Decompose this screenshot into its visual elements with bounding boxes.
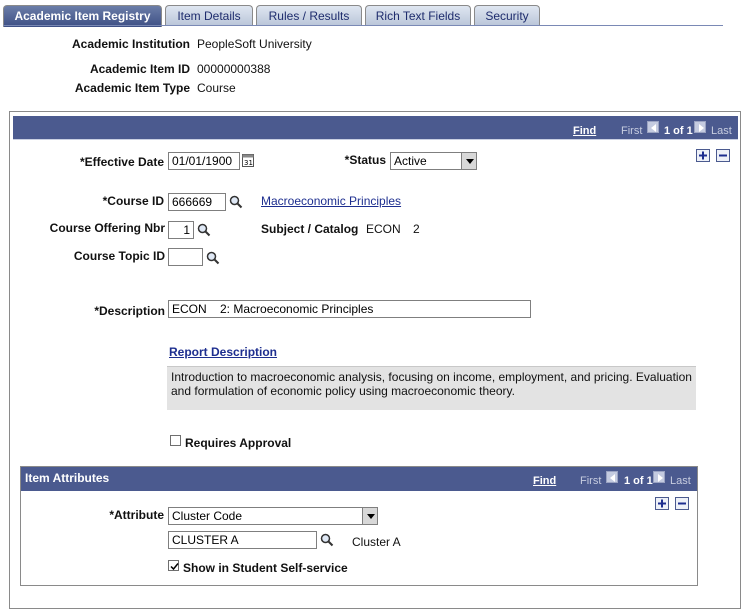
offering-nbr-label: Course Offering Nbr [49, 221, 165, 235]
item-type-label: Academic Item Type [74, 81, 190, 95]
chevron-down-icon [461, 153, 476, 169]
topic-id-field[interactable] [168, 248, 203, 266]
left-arrow-icon[interactable] [647, 121, 659, 133]
grid-row-range: 1 of 1 [664, 125, 693, 137]
tab-academic-item-registry[interactable]: Academic Item Registry [3, 5, 162, 27]
effective-date-label: *Effective Date [79, 155, 164, 169]
attribute-selected-value: Cluster Code [172, 509, 243, 523]
subject-value: ECON [366, 222, 401, 236]
report-description-link[interactable]: Report Description [169, 345, 277, 359]
institution-label: Academic Institution [71, 37, 190, 51]
show-self-service-checkbox[interactable] [168, 560, 179, 571]
course-id-field[interactable]: 666669 [168, 193, 226, 211]
chevron-down-icon [362, 508, 377, 524]
attributes-title: Item Attributes [25, 471, 110, 485]
tab-item-details[interactable]: Item Details [165, 5, 253, 26]
grid-first-label: First [621, 125, 643, 137]
course-id-label: *Course ID [102, 194, 164, 208]
plus-icon[interactable] [655, 497, 669, 510]
right-arrow-icon[interactable] [653, 471, 665, 483]
minus-icon[interactable] [675, 497, 689, 510]
offering-nbr-field[interactable]: 1 [168, 221, 194, 239]
requires-approval-label: Requires Approval [185, 436, 292, 450]
status-select[interactable]: Active [390, 152, 477, 170]
attribute-label: *Attribute [109, 508, 164, 522]
tab-underline [3, 25, 723, 26]
magnifier-icon[interactable] [197, 223, 211, 240]
tab-rich-text-fields[interactable]: Rich Text Fields [365, 5, 471, 26]
status-selected-value: Active [394, 154, 427, 168]
attribute-value-field[interactable]: CLUSTER A [168, 531, 317, 549]
grid-header-divider [13, 139, 738, 140]
status-label: *Status [344, 153, 386, 167]
institution-value: PeopleSoft University [197, 37, 312, 51]
description-field[interactable]: ECON 2: Macroeconomic Principles [168, 300, 531, 318]
requires-approval-checkbox[interactable] [170, 435, 181, 446]
grid-last-label: Last [711, 125, 732, 137]
description-label: *Description [94, 304, 165, 318]
magnifier-icon[interactable] [206, 251, 220, 268]
attribute-select[interactable]: Cluster Code [168, 507, 378, 525]
magnifier-icon[interactable] [229, 195, 243, 212]
tab-bar: Academic Item Registry Item Details Rule… [3, 5, 743, 27]
attributes-find-link[interactable]: Find [533, 475, 556, 487]
tab-security[interactable]: Security [474, 5, 540, 26]
grid-find-link[interactable]: Find [573, 125, 596, 137]
minus-icon[interactable] [716, 149, 730, 162]
item-type-value: Course [197, 81, 236, 95]
report-description-text[interactable]: Introduction to macroeconomic analysis, … [167, 366, 696, 410]
show-self-service-label: Show in Student Self-service [183, 561, 348, 575]
checkmark-icon [170, 563, 179, 571]
attribute-value-description: Cluster A [352, 535, 401, 549]
tab-rules-results[interactable]: Rules / Results [256, 5, 362, 26]
topic-id-label: Course Topic ID [73, 249, 165, 263]
attributes-row-range: 1 of 1 [624, 475, 653, 487]
magnifier-icon[interactable] [320, 533, 334, 550]
effective-date-field[interactable]: 01/01/1900 [168, 152, 240, 170]
calendar-icon[interactable]: 31 [242, 153, 254, 170]
right-arrow-icon[interactable] [694, 121, 706, 133]
subject-catalog-label: Subject / Catalog [261, 222, 359, 236]
attributes-last-label: Last [670, 475, 691, 487]
item-id-label: Academic Item ID [89, 62, 190, 76]
item-id-value: 00000000388 [197, 62, 271, 76]
course-title-link[interactable]: Macroeconomic Principles [261, 194, 401, 208]
catalog-value: 2 [413, 222, 420, 236]
svg-text:31: 31 [244, 159, 253, 167]
left-arrow-icon[interactable] [606, 471, 618, 483]
plus-icon[interactable] [696, 149, 710, 162]
attributes-first-label: First [580, 475, 602, 487]
